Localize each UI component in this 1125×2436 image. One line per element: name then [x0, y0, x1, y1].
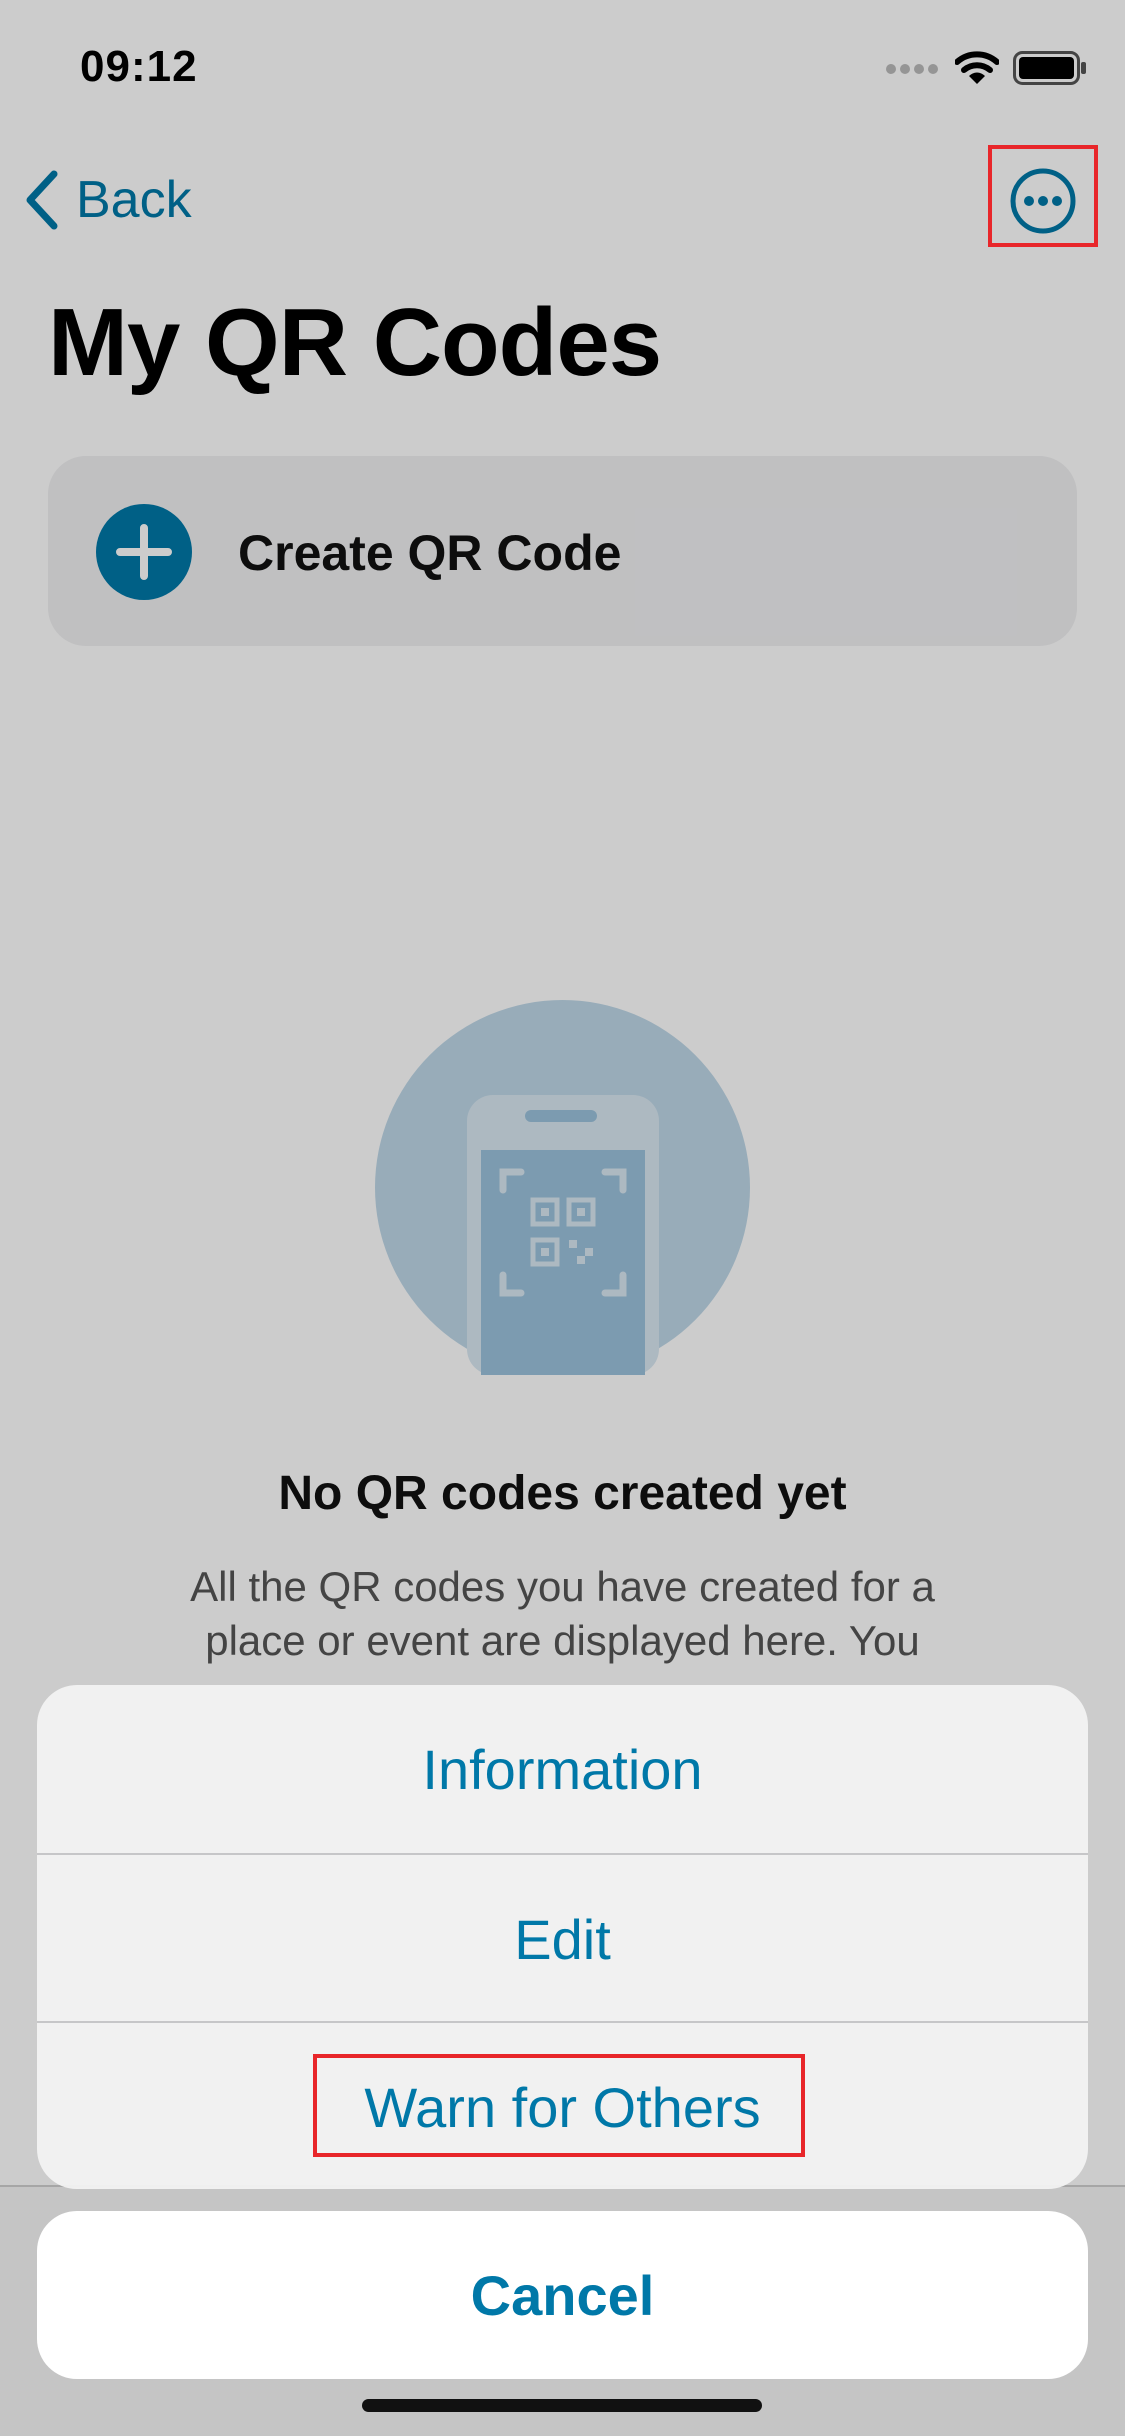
- highlight-box-more: [988, 145, 1098, 247]
- highlight-box-warn: [313, 2054, 805, 2157]
- home-indicator: [362, 2399, 762, 2412]
- cancel-button[interactable]: Cancel: [37, 2211, 1088, 2379]
- information-action[interactable]: Information: [37, 1685, 1088, 1853]
- edit-action[interactable]: Edit: [37, 1855, 1088, 2023]
- screen: 09:12 Back My QR Codes Create QR Code No…: [0, 0, 1125, 2436]
